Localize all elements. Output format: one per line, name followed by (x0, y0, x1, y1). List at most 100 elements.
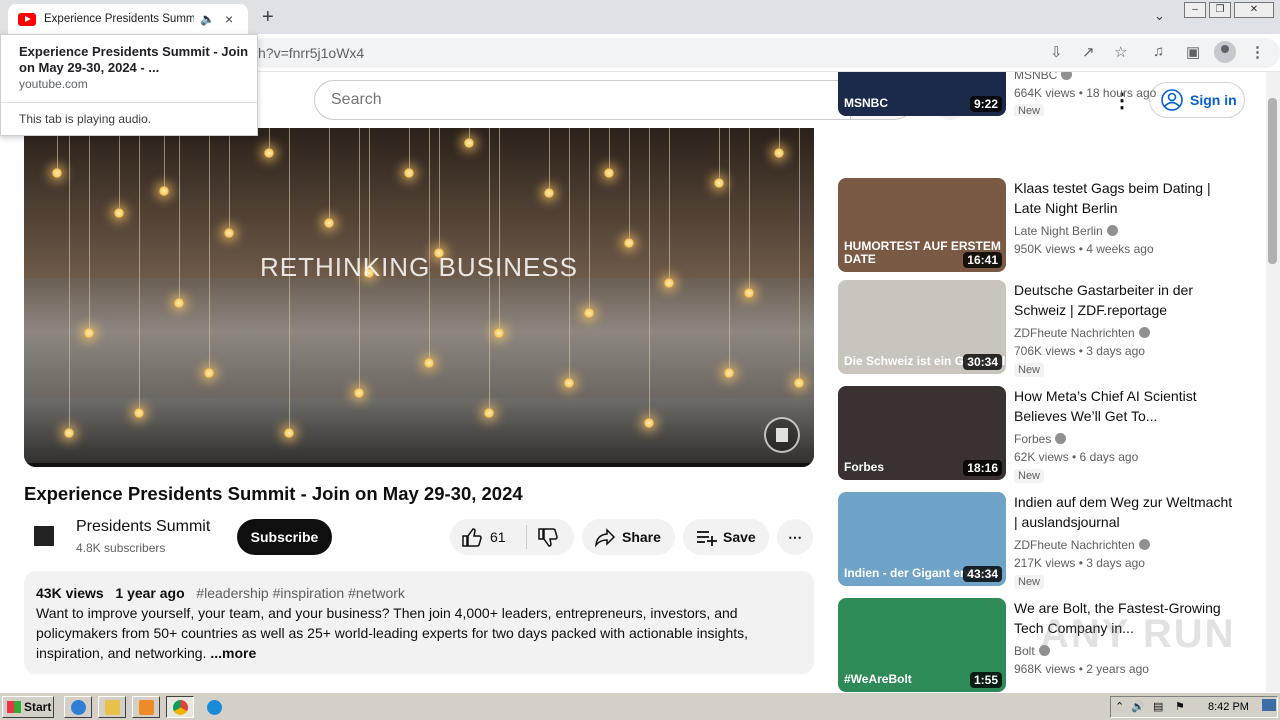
taskbar-chrome[interactable] (166, 696, 194, 718)
browser-tab[interactable]: Experience Presidents Summit - Join on M… (8, 4, 248, 34)
flag-icon[interactable]: ⚑ (1175, 700, 1185, 713)
video-frame-floor (24, 398, 814, 467)
channel-name[interactable]: Forbes (1014, 432, 1067, 446)
scrollbar-thumb[interactable] (1268, 98, 1277, 264)
video-thumbnail[interactable]: Indien - der Gigant erwacht 43:34 (838, 492, 1006, 586)
verified-check-icon (1106, 225, 1118, 236)
light-wire (439, 128, 440, 248)
media-control-icon[interactable]: ♫ (1153, 43, 1164, 60)
install-icon[interactable]: ⇩ (1050, 43, 1063, 61)
progress-bar[interactable] (24, 463, 814, 467)
light-wire (719, 128, 720, 178)
light-bulb (604, 168, 614, 178)
taskbar-media-player[interactable] (132, 696, 160, 718)
light-bulb (264, 148, 274, 158)
light-wire (269, 128, 270, 148)
thumbs-up-icon (462, 528, 482, 547)
thumbs-down-icon (538, 528, 558, 547)
description-box[interactable]: 43K views 1 year ago #leadership #inspir… (24, 571, 814, 674)
share-icon[interactable]: ↗ (1082, 43, 1095, 61)
share-button[interactable]: Share (582, 519, 675, 555)
playlist-add-icon (697, 531, 717, 546)
dislike-button[interactable] (536, 527, 558, 552)
video-duration: 43:34 (963, 566, 1002, 582)
video-stats: 706K views • 3 days ago (1014, 344, 1145, 358)
new-badge: New (1014, 575, 1045, 589)
light-bulb (64, 428, 74, 438)
bookmark-star-icon[interactable]: ☆ (1114, 43, 1127, 61)
light-bulb (354, 388, 364, 398)
channel-name[interactable]: Late Night Berlin (1014, 224, 1118, 238)
light-bulb (324, 218, 334, 228)
new-tab-button[interactable]: + (262, 6, 274, 29)
video-thumbnail[interactable]: Die Schweiz ist ein Goldesel 30:34 (838, 280, 1006, 374)
minimize-button[interactable]: – (1184, 2, 1206, 18)
channel-name[interactable]: ZDFheute Nachrichten (1014, 538, 1150, 552)
light-wire (89, 128, 90, 328)
light-bulb (714, 178, 724, 188)
video-thumbnail[interactable]: Forbes 18:16 (838, 386, 1006, 480)
taskbar-edge[interactable] (200, 696, 228, 718)
light-wire (469, 128, 470, 138)
hover-card-audio-status: This tab is playing audio. (19, 112, 152, 126)
hashtags[interactable]: #leadership #inspiration #network (196, 585, 405, 601)
light-wire (329, 128, 330, 218)
video-player[interactable]: RETHINKING BUSINESS (24, 128, 814, 467)
light-wire (499, 128, 500, 328)
light-bulb (564, 378, 574, 388)
search-box[interactable] (314, 80, 851, 120)
recommendation-item[interactable]: Forbes 18:16 How Meta’s Chief AI Scientist… (838, 386, 1258, 483)
hover-card-domain: youtube.com (19, 77, 88, 91)
like-button[interactable] (460, 526, 482, 551)
channel-watermark-icon[interactable] (764, 417, 800, 453)
browser-menu-icon[interactable]: ⋮ (1250, 43, 1265, 61)
tray-expand-icon[interactable]: ⌃ (1115, 700, 1124, 713)
tab-hover-card: Experience Presidents Summit - Join on M… (0, 34, 258, 136)
recommendation-item[interactable]: HUMORTEST AUF ERSTEM DATE 16:41 Klaas test… (838, 178, 1258, 272)
taskbar-file-explorer[interactable] (98, 696, 126, 718)
show-desktop-icon[interactable] (1262, 699, 1276, 711)
light-bulb (774, 148, 784, 158)
video-duration: 18:16 (963, 460, 1002, 476)
video-title[interactable]: Klaas testet Gags beim Dating | Late Nig… (1014, 178, 1234, 218)
light-bulb (284, 428, 294, 438)
channel-name[interactable]: ZDFheute Nachrichten (1014, 326, 1150, 340)
show-more-link[interactable]: ...more (210, 645, 256, 661)
video-title[interactable]: Deutsche Gastarbeiter in der Schweiz | Z… (1014, 280, 1234, 320)
taskbar-clock[interactable]: 8:42 PM (1208, 701, 1249, 713)
light-wire (229, 128, 230, 228)
channel-avatar[interactable] (28, 520, 60, 552)
volume-icon[interactable]: 🔊 (1131, 700, 1145, 713)
video-title[interactable]: Indien auf dem Weg zur Weltmacht | ausla… (1014, 492, 1234, 532)
save-button[interactable]: Save (683, 519, 769, 555)
windows-logo-icon (7, 701, 21, 713)
share-arrow-icon (595, 528, 616, 548)
side-panel-icon[interactable]: ▣ (1186, 43, 1200, 61)
network-icon[interactable]: ▤ (1153, 700, 1163, 713)
light-bulb (484, 408, 494, 418)
address-url[interactable]: h?v=fnrr5j1oWx4 (258, 45, 364, 61)
restore-button[interactable]: ❐ (1209, 2, 1231, 18)
light-wire (549, 128, 550, 188)
light-bulb (744, 288, 754, 298)
video-thumbnail[interactable]: HUMORTEST AUF ERSTEM DATE 16:41 (838, 178, 1006, 272)
tab-close-icon[interactable]: × (225, 11, 233, 27)
search-input[interactable] (315, 81, 850, 119)
video-thumbnail[interactable]: #WeAreBolt 1:55 (838, 598, 1006, 692)
video-title[interactable]: How Meta’s Chief AI Scientist Believes W… (1014, 386, 1234, 426)
recommendation-item[interactable]: Indien - der Gigant erwacht 43:34 Indien a… (838, 492, 1258, 589)
like-dislike-group: 61 (450, 519, 574, 555)
chevron-down-icon[interactable]: ⌄ (1154, 8, 1165, 24)
description-meta: 43K views 1 year ago #leadership #inspir… (36, 585, 405, 601)
subscribe-button[interactable]: Subscribe (237, 519, 332, 555)
more-actions-button[interactable]: ⋯ (777, 519, 813, 555)
youtube-favicon-icon (18, 12, 36, 26)
profile-avatar-icon[interactable] (1214, 41, 1236, 63)
channel-name[interactable]: Presidents Summit (76, 518, 210, 536)
taskbar-internet-explorer[interactable] (64, 696, 92, 718)
start-button[interactable]: Start (2, 696, 54, 718)
recommendation-item[interactable]: Die Schweiz ist ein Goldesel 30:34 Deutsch… (838, 280, 1258, 377)
close-window-button[interactable]: ✕ (1234, 2, 1274, 18)
speaker-icon[interactable]: 🔈 (200, 12, 215, 26)
tab-title: Experience Presidents Summit - Join on M… (44, 13, 194, 25)
